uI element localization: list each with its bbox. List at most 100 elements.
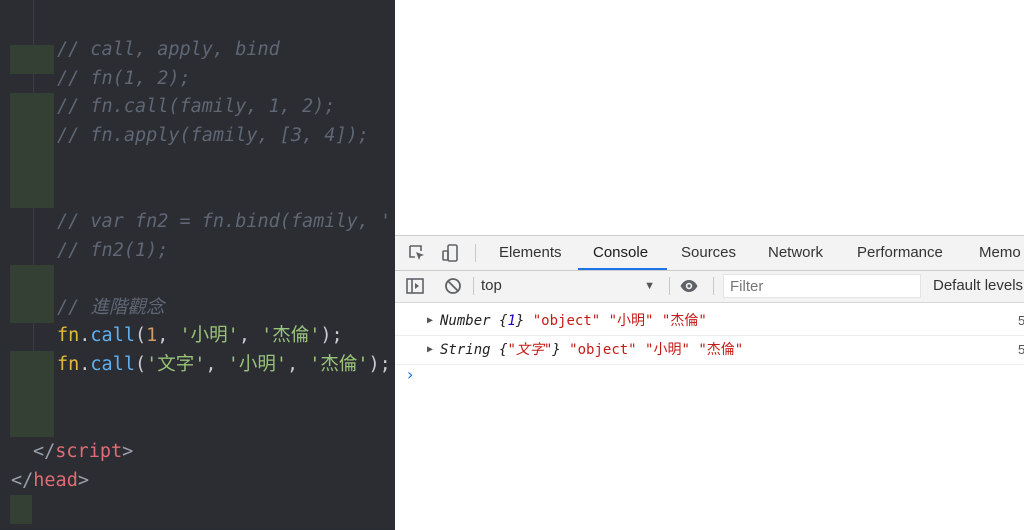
code-line-comment-5[interactable]: // var fn2 = fn.bind(family, ' [0, 207, 395, 294]
token-punct: , [205, 354, 228, 375]
token-tag: head [33, 470, 78, 491]
devtools-panel: Elements Console Sources Network Perform… [395, 235, 1024, 530]
token-bracket: </ [11, 470, 34, 491]
string-value: "杰倫" [698, 342, 744, 358]
tab-elements[interactable]: Elements [499, 236, 562, 270]
string-value: "杰倫" [661, 313, 707, 329]
code-statement: </script> [33, 437, 133, 466]
token-string: '杰倫' [261, 325, 321, 346]
comment-text: // fn(1, 2); [57, 68, 191, 89]
source-link[interactable]: 5 [1018, 307, 1024, 335]
comment-text: // fn.call(family, 1, 2); [57, 96, 336, 117]
code-statement: fn.call(1, '小明', '杰倫'); [57, 321, 343, 350]
token-bracket: </ [33, 441, 56, 462]
token-punct: , [157, 325, 180, 346]
comment-text: // fn2(1); [57, 240, 169, 261]
tab-sources[interactable]: Sources [681, 236, 736, 270]
code-line-head-close[interactable]: </head> [0, 466, 395, 495]
token-punct: , [286, 354, 310, 375]
active-tab-indicator [578, 268, 667, 270]
console-toolbar: top ▼ Default levels [395, 271, 1024, 303]
source-link[interactable]: 5 [1018, 336, 1024, 364]
token-number: 1 [146, 325, 158, 346]
string-value: "小明" [645, 342, 690, 358]
toolbar-separator [475, 244, 476, 262]
console-message[interactable]: ▶ Number {1} "object" "小明" "杰倫" 5 [395, 307, 1024, 336]
context-selector[interactable]: top ▼ [481, 275, 661, 297]
code-editor[interactable]: // call, apply, bind // fn(1, 2); // fn.… [0, 0, 395, 529]
clear-console-icon[interactable] [443, 276, 463, 296]
token-punct: ); [320, 325, 343, 346]
brace-close: } [552, 342, 561, 358]
token-identifier: fn [57, 325, 80, 346]
filter-input[interactable] [723, 274, 921, 298]
primitive-value: "文字" [507, 342, 553, 358]
code-line-comment-6[interactable]: // fn2(1); [0, 236, 395, 323]
primitive-value: 1 [507, 313, 516, 329]
inspect-element-icon[interactable] [407, 243, 427, 263]
token-punct: . [79, 325, 91, 346]
eye-icon[interactable] [679, 276, 699, 296]
token-string: '杰倫' [309, 354, 369, 375]
sidebar-toggle-icon[interactable] [405, 276, 425, 296]
token-string: '小明' [227, 354, 287, 375]
log-levels-dropdown[interactable]: Default levels [933, 275, 1023, 297]
console-message-text: String {"文字"} "object" "小明" "杰倫" [440, 336, 743, 364]
token-identifier: fn [57, 354, 80, 375]
code-line-call-1[interactable]: fn.call(1, '小明', '杰倫'); [0, 321, 395, 408]
token-bracket: > [77, 470, 89, 491]
page-viewport [395, 0, 1024, 235]
string-value: "object" [532, 313, 601, 329]
code-line-call-2[interactable]: fn.call('文字', '小明', '杰倫'); [0, 350, 395, 437]
toolbar-separator [669, 277, 670, 295]
dropdown-caret-icon: ▼ [644, 280, 655, 292]
console-message-text: Number {1} "object" "小明" "杰倫" [440, 307, 707, 335]
device-toolbar-icon[interactable] [441, 243, 461, 263]
toolbar-separator [473, 277, 474, 295]
console-prompt-icon[interactable]: › [407, 365, 413, 384]
expand-triangle-icon[interactable]: ▶ [427, 307, 433, 335]
context-value: top [481, 277, 502, 294]
code-line-comment-3[interactable]: // fn.call(family, 1, 2); [0, 92, 395, 179]
code-line-comment-4[interactable]: // fn.apply(family, [3, 4]); [0, 121, 395, 208]
brace-open: { [490, 342, 508, 358]
console-message[interactable]: ▶ String {"文字"} "object" "小明" "杰倫" 5 [395, 336, 1024, 365]
code-line-comment-7[interactable]: // 進階觀念 [0, 293, 395, 380]
line-highlight [10, 179, 54, 208]
tab-memory[interactable]: Memo [979, 236, 1021, 270]
token-method: call [90, 325, 135, 346]
comment-text: // 進階觀念 [57, 297, 165, 318]
token-punct: ( [134, 354, 147, 375]
object-type: String [440, 342, 491, 358]
code-statement: </head> [11, 466, 89, 495]
brace-open: { [490, 313, 508, 329]
code-line-comment-2[interactable]: // fn(1, 2); [0, 64, 395, 151]
token-method: call [90, 354, 135, 375]
comment-text: // var fn2 = fn.bind(family, ' [57, 211, 392, 232]
tab-console[interactable]: Console [593, 236, 648, 270]
code-statement: fn.call('文字', '小明', '杰倫'); [57, 350, 391, 379]
string-value: "小明" [608, 313, 654, 329]
object-type: Number [440, 313, 491, 329]
token-punct: . [79, 354, 91, 375]
code-line-prev [0, 0, 395, 74]
tab-network[interactable]: Network [768, 236, 823, 270]
expand-triangle-icon[interactable]: ▶ [427, 336, 433, 364]
string-value: "object" [569, 342, 637, 358]
devtools-tabbar: Elements Console Sources Network Perform… [395, 236, 1024, 271]
token-punct: , [238, 325, 262, 346]
token-string: '文字' [146, 354, 206, 375]
line-highlight [10, 408, 54, 437]
toolbar-separator [713, 277, 714, 295]
code-line-comment-1[interactable]: // call, apply, bind [0, 35, 395, 122]
token-bracket: > [122, 441, 134, 462]
tab-performance[interactable]: Performance [857, 236, 943, 270]
code-line-script-close[interactable]: </script> [0, 437, 395, 524]
token-string: '小明' [179, 325, 239, 346]
token-punct: ); [368, 354, 391, 375]
